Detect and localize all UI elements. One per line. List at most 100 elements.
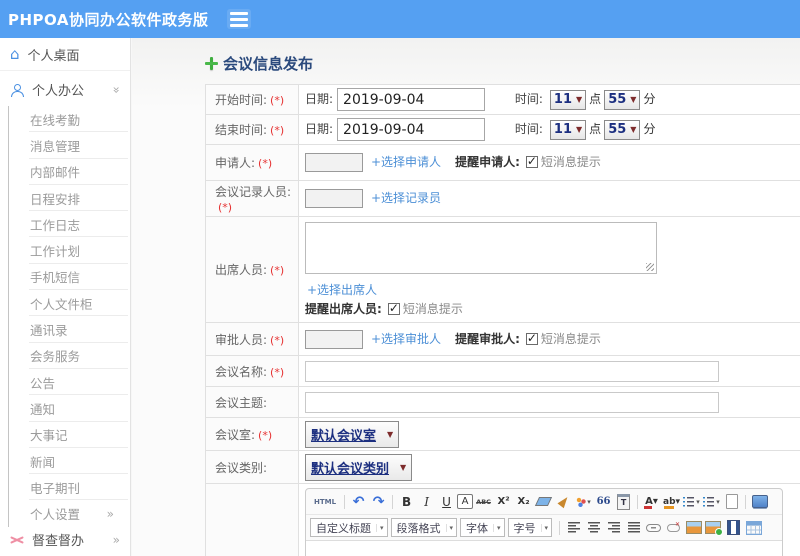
insert-image-icon[interactable] <box>704 518 723 537</box>
align-right-icon[interactable] <box>604 518 623 537</box>
start-minute-select[interactable]: 55 ▼ <box>604 89 641 110</box>
attendees-textarea[interactable] <box>305 222 657 274</box>
sidebar-subitem[interactable]: 在线考勤 <box>9 106 130 133</box>
sidebar-subitem[interactable]: 新闻 <box>9 448 130 475</box>
media-icon[interactable] <box>724 518 743 537</box>
font-border-icon[interactable]: A <box>457 494 474 509</box>
clear-format-icon[interactable] <box>554 492 573 511</box>
redo-icon[interactable]: ↷ <box>369 492 388 511</box>
form-row-approver: 审批人员:(*) +选择审批人提醒审批人:短消息提示 <box>205 322 800 356</box>
caret-down-icon: ▼ <box>630 125 637 134</box>
start-date-input[interactable] <box>337 88 486 111</box>
sidebar-item-label: 个人桌面 <box>27 48 80 64</box>
pick-recorder-link[interactable]: +选择记录员 <box>371 191 441 205</box>
align-center-icon[interactable] <box>584 518 603 537</box>
pick-applicant-link[interactable]: +选择申请人 <box>371 155 441 169</box>
sidebar-subitem[interactable]: 手机短信 <box>9 264 130 291</box>
recorder-input[interactable] <box>305 189 363 208</box>
form-row-applicant: 申请人:(*) +选择申请人提醒申请人:短消息提示 <box>205 144 800 181</box>
fullscreen-icon[interactable] <box>750 492 769 511</box>
sms-checkbox[interactable] <box>525 331 538 345</box>
meeting-category-select[interactable]: 默认会议类别 ▼ <box>305 453 413 481</box>
date-label: 日期: <box>305 122 334 136</box>
undo-icon[interactable]: ↶ <box>349 492 368 511</box>
end-minute-select[interactable]: 55 ▼ <box>604 119 641 140</box>
sidebar-subitem[interactable]: 大事记 <box>9 422 130 449</box>
unordered-list-icon[interactable]: ▾ <box>702 492 721 511</box>
paste-icon[interactable] <box>614 492 633 511</box>
italic-icon[interactable]: I <box>417 492 436 511</box>
remind-approver-label: 提醒审批人: <box>455 331 520 346</box>
new-page-icon[interactable] <box>722 492 741 511</box>
separator[interactable] <box>341 492 348 511</box>
caret-down-icon: ▾ <box>540 523 548 532</box>
sidebar-subitem[interactable]: 通知 <box>9 395 130 422</box>
eraser-icon[interactable] <box>534 492 553 511</box>
sidebar-submenu: 在线考勤 消息管理 内部邮件 日程安排 工作日志 工作计划 手机短信 个人文件柜… <box>8 106 130 501</box>
unlink-icon[interactable] <box>664 518 683 537</box>
bold-icon[interactable]: B <box>397 492 416 511</box>
editor-toolbar-row1: HTML↶↷BIUAABCX²X₂▾66A▾ab▾▾▾ <box>306 489 782 514</box>
time-label: 时间: <box>514 92 543 106</box>
format-painter-icon[interactable]: ▾ <box>574 492 593 511</box>
sidebar-subitem[interactable]: 电子期刊 <box>9 474 130 501</box>
superscript-icon[interactable]: X² <box>494 492 513 511</box>
sms-checkbox[interactable] <box>525 154 538 168</box>
table-icon[interactable] <box>744 518 763 537</box>
sidebar-item-personal-settings[interactable]: 个人设置 » <box>8 500 130 527</box>
pick-attendees-link[interactable]: +选择出席人 <box>307 283 377 297</box>
image-icon[interactable] <box>684 518 703 537</box>
separator[interactable] <box>742 492 749 511</box>
meeting-name-input[interactable] <box>305 360 719 382</box>
align-left-icon[interactable] <box>564 518 583 537</box>
justify-icon[interactable] <box>624 518 643 537</box>
editor-format-select[interactable]: 段落格式 ▾ <box>390 518 458 537</box>
sidebar-item-personal-office[interactable]: 个人办公 » <box>0 73 130 106</box>
separator[interactable] <box>556 518 563 537</box>
approver-input[interactable] <box>305 329 363 349</box>
subscript-icon[interactable]: X₂ <box>514 492 533 511</box>
hamburger-icon[interactable] <box>226 9 251 29</box>
caret-down-icon: ▾ <box>445 523 453 532</box>
user-icon <box>10 83 24 97</box>
pick-approver-link[interactable]: +选择审批人 <box>371 332 441 346</box>
end-date-input[interactable] <box>337 118 486 141</box>
ordered-list-icon[interactable]: ▾ <box>682 492 701 511</box>
link-icon[interactable] <box>644 518 663 537</box>
caret-down-icon: ▼ <box>576 125 583 134</box>
sms-label: 短消息提示 <box>540 331 601 346</box>
form-row-meeting-room: 会议室: (*) 默认会议室 ▼ <box>205 417 800 451</box>
chevrons-right-icon: » <box>106 506 114 521</box>
sidebar-item-desktop[interactable]: ⌂ 个人桌面 <box>0 38 130 71</box>
sidebar-subitem[interactable]: 工作计划 <box>9 237 130 265</box>
sidebar-subitem[interactable]: 通讯录 <box>9 316 130 343</box>
font-color-icon[interactable]: A▾ <box>642 492 662 511</box>
blockquote-icon[interactable]: 66 <box>594 492 613 511</box>
sidebar-subitem[interactable]: 消息管理 <box>9 132 130 159</box>
sidebar-item-supervision[interactable]: 督查督办 » <box>0 527 130 553</box>
editor-format-select[interactable]: 字号 ▾ <box>507 518 553 537</box>
strikethrough-icon[interactable]: ABC <box>474 492 493 511</box>
editor-format-select[interactable]: 自定义标题 ▾ <box>310 518 388 537</box>
separator[interactable] <box>389 492 396 511</box>
meeting-subject-input[interactable] <box>305 391 719 413</box>
form-row-recorder: 会议记录人员:(*) +选择记录员 <box>205 180 800 217</box>
separator[interactable] <box>634 492 641 511</box>
sidebar-subitem[interactable]: 内部邮件 <box>9 159 130 186</box>
meeting-room-select[interactable]: 默认会议室 ▼ <box>305 420 400 448</box>
editor-content[interactable] <box>306 540 782 556</box>
editor-format-select[interactable]: 字体 ▾ <box>460 518 505 537</box>
sidebar-subitem[interactable]: 日程安排 <box>9 185 130 212</box>
end-hour-select[interactable]: 11 ▼ <box>549 119 587 140</box>
sidebar-subitem[interactable]: 个人文件柜 <box>9 290 130 317</box>
sidebar-subitem[interactable]: 工作日志 <box>9 211 130 238</box>
sms-checkbox[interactable] <box>387 301 400 315</box>
start-hour-select[interactable]: 11 ▼ <box>549 89 587 110</box>
highlight-color-icon[interactable]: ab▾ <box>662 492 682 511</box>
caret-down-icon: ▼ <box>630 95 637 104</box>
sidebar-subitem[interactable]: 公告 <box>9 369 130 396</box>
underline-icon[interactable]: U <box>437 492 456 511</box>
applicant-input[interactable] <box>305 153 363 172</box>
sidebar-subitem[interactable]: 会务服务 <box>9 343 130 370</box>
html-source-button[interactable]: HTML <box>310 492 340 511</box>
